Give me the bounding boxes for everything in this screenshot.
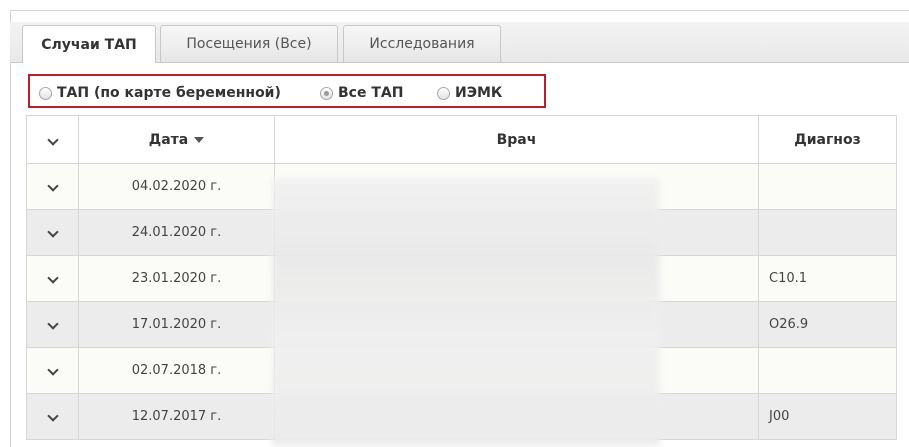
row-expand-button[interactable] <box>26 163 79 210</box>
sort-desc-icon <box>194 136 205 143</box>
row-expand-button[interactable] <box>26 255 79 302</box>
radio-label: Все ТАП <box>338 85 404 101</box>
row-date: 04.02.2020 г. <box>78 163 275 210</box>
chevron-down-icon[interactable] <box>46 364 59 376</box>
row-diagnosis <box>758 347 897 394</box>
row-diagnosis: C10.1 <box>758 255 897 302</box>
chevron-down-icon[interactable] <box>46 133 59 146</box>
row-date: 23.01.2020 г. <box>78 255 275 302</box>
chevron-down-icon[interactable] <box>46 318 59 330</box>
tab-research[interactable]: Исследования <box>343 25 501 62</box>
radio-tap-pregnant[interactable]: ТАП (по карте беременной) <box>39 85 281 101</box>
radio-label: ТАП (по карте беременной) <box>57 85 281 101</box>
chevron-down-icon[interactable] <box>46 226 59 238</box>
radio-button-icon[interactable] <box>437 86 450 100</box>
row-diagnosis <box>758 209 897 256</box>
row-expand-button[interactable] <box>26 209 79 256</box>
row-date: 02.07.2018 г. <box>78 347 275 394</box>
radio-all-tap[interactable]: Все ТАП <box>320 85 403 101</box>
radio-iemk[interactable]: ИЭМК <box>437 85 502 101</box>
doctor-column-header[interactable]: Врач <box>274 115 759 164</box>
radio-button-icon[interactable] <box>39 86 52 100</box>
radio-label: ИЭМК <box>455 85 503 101</box>
row-date: 12.07.2017 г. <box>78 393 275 440</box>
chevron-down-icon[interactable] <box>46 180 59 192</box>
tab-tap-cases[interactable]: Случаи ТАП <box>22 25 156 63</box>
row-expand-button[interactable] <box>26 393 79 440</box>
row-diagnosis <box>758 163 897 210</box>
radio-button-checked-icon[interactable] <box>320 86 333 100</box>
row-date: 24.01.2020 г. <box>78 209 275 256</box>
row-date: 17.01.2020 г. <box>78 301 275 348</box>
tab-visits-all[interactable]: Посещения (Все) <box>160 25 338 62</box>
row-diagnosis: O26.9 <box>758 301 897 348</box>
row-expand-button[interactable] <box>26 347 79 394</box>
chevron-down-icon[interactable] <box>46 410 59 422</box>
expand-all-header[interactable] <box>26 115 79 164</box>
chevron-down-icon[interactable] <box>46 272 59 284</box>
table-header-row: Дата Врач Диагноз <box>26 115 897 164</box>
row-diagnosis: J00 <box>758 393 897 440</box>
date-column-header[interactable]: Дата <box>78 115 275 164</box>
diagnosis-column-header[interactable]: Диагноз <box>758 115 897 164</box>
redacted-doctor-names <box>272 178 660 446</box>
row-expand-button[interactable] <box>26 301 79 348</box>
